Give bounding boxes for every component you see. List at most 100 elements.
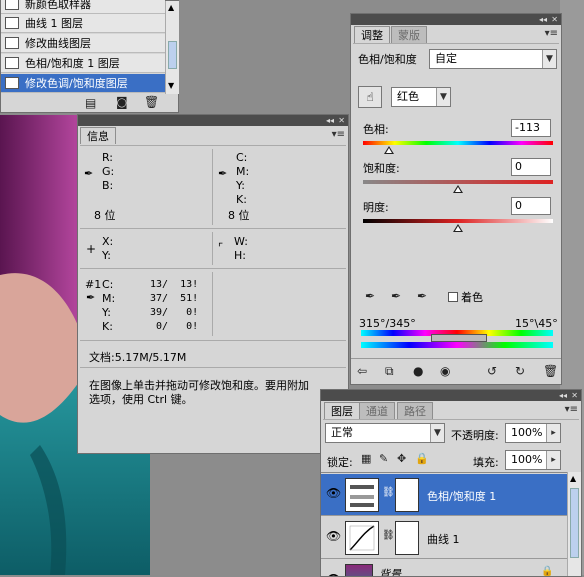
panel-menu-icon[interactable]: ▾≡ [545,28,558,39]
doc-size-text: 文档:5.17M/5.17M [89,351,187,364]
eyedropper-icon[interactable]: ✒ [365,289,375,303]
adjustments-titlebar[interactable] [351,14,561,25]
eye-icon[interactable]: 👁 [326,572,341,576]
divider [212,149,213,225]
collapse-icon[interactable]: ◂◂ [559,390,567,401]
lock-all-icon[interactable]: 🔒 [415,452,429,465]
fill-input[interactable]: 100% ▸ [505,450,561,470]
panel-menu-icon[interactable]: ▾≡ [565,404,578,415]
scroll-up-icon[interactable]: ▲ [570,474,576,483]
layer-visibility-toggle-icon[interactable]: ● [413,364,423,378]
info-panel: ◂◂ ✕ 信息 ▾≡ ✒ R: G: B: 8 位 ✒ C: M: Y: K: … [77,114,349,454]
collapse-icon[interactable]: ◂◂ [326,115,334,126]
info-h-label: H: [234,249,246,262]
divider [80,340,346,341]
scroll-down-icon[interactable]: ▼ [168,81,174,90]
layers-panel: ◂◂ ✕ 图层 通道 路径 ▾≡ 正常 ▼ 不透明度: 100% ▸ 锁定: ▦ ✎… [320,389,582,577]
lightness-slider-track[interactable] [363,219,553,223]
eye-icon[interactable]: 👁 [326,529,341,543]
opacity-input[interactable]: 100% ▸ [505,423,561,443]
history-item[interactable]: 新颜色取样器 [1,0,165,14]
trash-icon[interactable]: 🗑 [543,364,558,378]
saturation-slider-track[interactable] [363,180,553,184]
chain-link-icon[interactable]: ⛓ [382,487,395,498]
hue-range-selector[interactable] [431,334,487,342]
tab-masks[interactable]: 蒙版 [391,26,427,43]
info-titlebar[interactable] [78,115,348,126]
eyedropper-cmyk-icon[interactable]: ✒ [218,167,227,180]
preset-select[interactable]: 自定 ▼ [429,49,557,69]
targeted-adjustment-button[interactable]: ☝ [358,86,382,108]
sampler-label: #1 [85,278,102,291]
tab-paths[interactable]: 路径 [397,402,433,419]
crosshair-icon: + [86,242,97,256]
info-rgb-bits: 8 位 [94,209,116,222]
channel-value: 红色 [397,90,419,103]
layer-row-hue-saturation[interactable]: 👁 ⛓ 色相/饱和度 1 [321,474,567,516]
layers-titlebar[interactable] [321,390,581,401]
close-icon[interactable]: ✕ [551,14,558,25]
hue-input[interactable]: -113 [511,119,551,137]
history-item-selected[interactable]: 修改色调/饱和度图层 [1,74,165,93]
tab-info[interactable]: 信息 [80,127,116,144]
eyedropper-plus-icon[interactable]: ✒ [391,289,401,303]
lock-transparent-icon[interactable]: ▦ [361,452,371,465]
tab-adjustments[interactable]: 调整 [354,26,390,43]
back-arrow-icon[interactable]: ⇦ [357,364,367,378]
blend-mode-select[interactable]: 正常 ▼ [325,423,445,443]
eyedropper-rgb-icon[interactable]: ✒ [84,167,93,180]
mask-thumbnail[interactable] [395,478,419,512]
lock-image-icon[interactable]: ✎ [379,452,388,465]
scroll-up-icon[interactable]: ▲ [168,3,174,12]
scroll-thumb[interactable] [570,488,579,558]
chain-link-icon[interactable]: ⛓ [382,530,395,541]
history-item[interactable]: 修改曲线图层 [1,34,165,53]
fill-label: 填充: [473,456,499,469]
saturation-input[interactable]: 0 [511,158,551,176]
layer-name: 曲线 1 [427,533,460,546]
info-hint-line2: 选项，使用 Ctrl 键。 [89,393,193,406]
colorize-checkbox[interactable] [448,292,458,302]
channel-select[interactable]: 红色 ▼ [391,87,451,107]
reset-icon[interactable]: ↻ [515,364,525,378]
scroll-thumb[interactable] [168,41,177,69]
eye-icon[interactable]: ◉ [440,364,450,378]
lightness-slider-thumb[interactable] [453,224,463,232]
curve-graph [349,525,375,551]
chevron-down-icon: ▼ [430,424,444,442]
trash-icon[interactable]: 🗑 [144,95,159,109]
history-scrollbar[interactable]: ▲ ▼ [165,1,179,94]
history-state-icon [5,77,19,89]
lightness-label: 明度: [363,201,389,214]
view-previous-state-icon[interactable]: ↺ [487,364,497,378]
hand-icon: ☝ [366,90,374,104]
new-document-from-state-icon[interactable]: ▤ [85,96,96,110]
lightness-input[interactable]: 0 [511,197,551,215]
layer-row-background[interactable]: 👁 背景 🔒 [321,560,567,576]
new-snapshot-icon[interactable]: ◙ [116,95,128,109]
lock-position-icon[interactable]: ✥ [397,452,406,465]
info-x-label: X: [102,235,114,248]
hue-slider-track[interactable] [363,141,553,145]
history-item[interactable]: 曲线 1 图层 [1,14,165,33]
clip-to-layer-icon[interactable]: ⧉ [385,364,394,379]
tab-channels[interactable]: 通道 [359,402,395,419]
collapse-icon[interactable]: ◂◂ [539,14,547,25]
chevron-down-icon: ▼ [436,88,450,106]
mask-thumbnail[interactable] [395,521,419,555]
eye-icon[interactable]: 👁 [326,486,341,500]
history-item[interactable]: 色相/饱和度 1 图层 [1,54,165,73]
history-item-label: 修改色调/饱和度图层 [25,77,128,90]
layers-scrollbar[interactable]: ▲ [567,472,581,576]
panel-menu-icon[interactable]: ▾≡ [332,129,345,140]
hue-slider-thumb[interactable] [384,146,394,154]
info-k-label: K: [236,193,247,206]
tab-layers[interactable]: 图层 [324,402,360,419]
saturation-slider-thumb[interactable] [453,185,463,193]
close-icon[interactable]: ✕ [571,390,578,401]
close-icon[interactable]: ✕ [338,115,345,126]
history-state-icon [5,0,19,10]
eyedropper-minus-icon[interactable]: ✒ [417,289,427,303]
layer-name: 色相/饱和度 1 [427,490,497,503]
layer-row-curves[interactable]: 👁 ⛓ 曲线 1 [321,517,567,559]
